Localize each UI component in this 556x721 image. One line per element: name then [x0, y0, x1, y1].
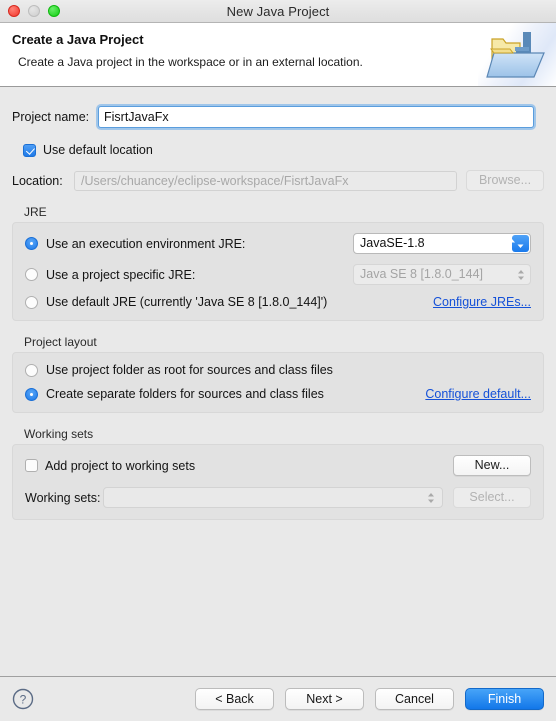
project-layout-group-title: Project layout [24, 335, 97, 349]
next-button[interactable]: Next > [285, 688, 364, 710]
jre-option-project-specific[interactable]: Use a project specific JRE: Java SE 8 [1… [25, 264, 531, 285]
working-sets-group: Working sets Add project to working sets… [12, 427, 544, 520]
dialog-header: Create a Java Project Create a Java proj… [0, 23, 556, 87]
location-row: Location: /Users/chuancey/eclipse-worksp… [12, 170, 544, 191]
zoom-button[interactable] [48, 5, 60, 17]
jre-project-specific-label: Use a project specific JRE: [46, 267, 196, 282]
use-default-location-row[interactable]: Use default location [23, 143, 544, 157]
project-name-row: Project name: [12, 106, 544, 128]
close-button[interactable] [8, 5, 20, 17]
jre-group-box: Use an execution environment JRE: JavaSE… [12, 222, 544, 321]
jre-default-radio[interactable] [25, 295, 38, 309]
new-working-set-button[interactable]: New... [453, 455, 531, 476]
project-jre-value: Java SE 8 [1.8.0_144] [360, 267, 484, 281]
back-button[interactable]: < Back [195, 688, 274, 710]
configure-default-link[interactable]: Configure default... [425, 387, 531, 401]
layout-option-separate-folders[interactable]: Create separate folders for sources and … [25, 387, 531, 401]
new-java-project-dialog: New Java Project Create a Java Project C… [0, 0, 556, 721]
working-sets-label: Working sets: [25, 490, 101, 505]
jre-execution-environment-radio[interactable] [25, 237, 38, 250]
footer-buttons: < Back Next > Cancel Finish [195, 688, 544, 710]
jre-group-title: JRE [24, 205, 47, 219]
cancel-button[interactable]: Cancel [375, 688, 454, 710]
working-sets-group-title: Working sets [24, 427, 94, 441]
minimize-button[interactable] [28, 5, 40, 17]
jre-default-label: Use default JRE (currently 'Java SE 8 [1… [46, 295, 328, 309]
project-name-input[interactable] [98, 106, 534, 128]
working-sets-group-box: Add project to working sets New... Worki… [12, 444, 544, 520]
chevron-updown-icon[interactable] [425, 490, 437, 506]
configure-jres-link[interactable]: Configure JREs... [433, 295, 531, 309]
finish-button[interactable]: Finish [465, 688, 544, 710]
project-name-label: Project name: [12, 110, 90, 124]
project-layout-group-box: Use project folder as root for sources a… [12, 352, 544, 413]
layout-option-project-folder[interactable]: Use project folder as root for sources a… [25, 363, 531, 377]
execution-environment-value: JavaSE-1.8 [360, 236, 425, 250]
layout-project-folder-radio[interactable] [25, 363, 38, 377]
jre-option-execution-environment[interactable]: Use an execution environment JRE: JavaSE… [25, 233, 531, 254]
page-description: Create a Java project in the workspace o… [18, 55, 363, 69]
jre-group: JRE Use an execution environment JRE: Ja… [12, 205, 544, 321]
select-working-set-button[interactable]: Select... [453, 487, 531, 508]
location-label: Location: [12, 173, 63, 188]
working-sets-select[interactable] [103, 487, 443, 508]
add-project-to-working-sets-row: Add project to working sets New... [25, 455, 531, 476]
layout-project-folder-label: Use project folder as root for sources a… [46, 363, 333, 377]
dialog-footer: ? < Back Next > Cancel Finish [0, 676, 556, 721]
use-default-location-checkbox[interactable] [23, 143, 36, 157]
working-sets-row: Working sets: Select... [25, 487, 531, 508]
chevron-updown-icon[interactable] [509, 235, 529, 252]
window-controls [8, 0, 60, 22]
project-layout-group: Project layout Use project folder as roo… [12, 335, 544, 413]
svg-text:?: ? [20, 693, 27, 707]
add-project-to-working-sets-checkbox[interactable] [25, 459, 38, 472]
chevron-updown-icon[interactable] [515, 267, 527, 283]
window-titlebar: New Java Project [0, 0, 556, 23]
dialog-body: Project name: Use default location Locat… [0, 87, 556, 676]
use-default-location-label: Use default location [43, 143, 153, 157]
jre-option-default[interactable]: Use default JRE (currently 'Java SE 8 [1… [25, 295, 531, 309]
layout-separate-folders-radio[interactable] [25, 387, 38, 401]
execution-environment-select[interactable]: JavaSE-1.8 [353, 233, 531, 254]
project-jre-select[interactable]: Java SE 8 [1.8.0_144] [353, 264, 531, 285]
jre-execution-environment-label: Use an execution environment JRE: [46, 236, 246, 251]
browse-button[interactable]: Browse... [466, 170, 544, 191]
location-input[interactable]: /Users/chuancey/eclipse-workspace/FisrtJ… [74, 170, 457, 191]
add-project-to-working-sets-label: Add project to working sets [45, 458, 196, 473]
page-title: Create a Java Project [12, 32, 144, 47]
jre-project-specific-radio[interactable] [25, 268, 38, 281]
header-banner [478, 23, 556, 86]
help-question-icon[interactable]: ? [12, 688, 34, 710]
window-title: New Java Project [226, 3, 330, 19]
layout-separate-folders-label: Create separate folders for sources and … [46, 387, 324, 401]
